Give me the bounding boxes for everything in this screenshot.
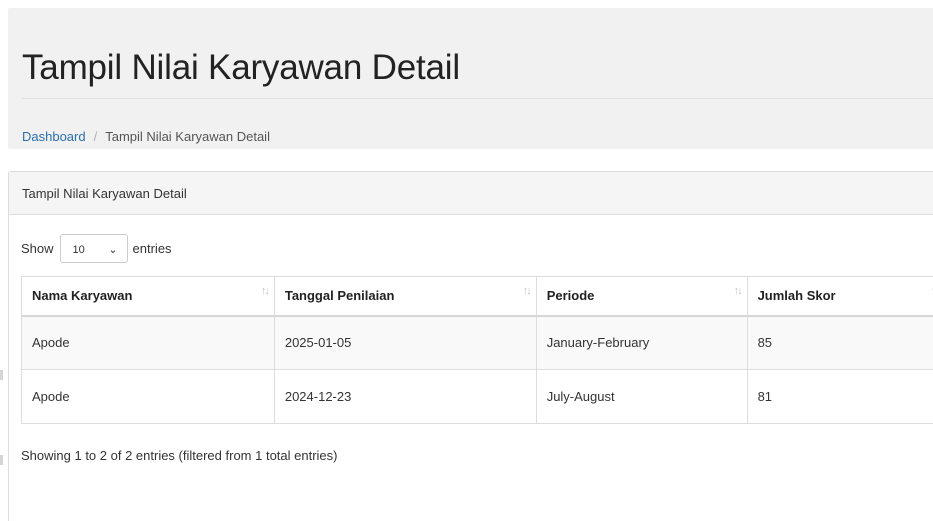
column-header-nama-karyawan[interactable]: Nama Karyawan ↑↓ xyxy=(21,276,275,317)
edge-mark xyxy=(0,370,3,380)
scores-table: Nama Karyawan ↑↓ Tanggal Penilaian ↑↓ Pe… xyxy=(21,276,933,424)
column-header-tanggal-penilaian[interactable]: Tanggal Penilaian ↑↓ xyxy=(273,276,537,317)
cell-skor: 81 xyxy=(746,369,933,424)
column-header-label: Tanggal Penilaian xyxy=(284,288,395,304)
column-header-jumlah-skor[interactable]: Jumlah Skor ↑ xyxy=(746,276,933,317)
breadcrumb-separator: / xyxy=(93,129,98,144)
entries-length-control: Show 10 ⌄ entries xyxy=(21,234,172,263)
cell-tanggal: 2025-01-05 xyxy=(273,315,537,370)
sort-arrows-icon: ↑↓ xyxy=(260,285,270,297)
sort-arrows-icon: ↑↓ xyxy=(733,285,743,297)
detail-panel: Tampil Nilai Karyawan Detail Show 10 ⌄ e… xyxy=(8,171,933,521)
breadcrumb-dashboard-link[interactable]: Dashboard xyxy=(22,129,86,144)
breadcrumb-current: Tampil Nilai Karyawan Detail xyxy=(105,129,270,144)
entries-label: entries xyxy=(132,241,172,256)
entries-select-value: 10 xyxy=(72,244,85,256)
cell-nama: Apode xyxy=(21,369,275,424)
chevron-down-icon: ⌄ xyxy=(108,244,118,256)
table-info: Showing 1 to 2 of 2 entries (filtered fr… xyxy=(21,448,338,463)
table-header-row: Nama Karyawan ↑↓ Tanggal Penilaian ↑↓ Pe… xyxy=(21,276,933,317)
table-row: Apode 2025-01-05 January-February 85 xyxy=(21,315,933,370)
edge-mark xyxy=(0,455,3,465)
page-header: Tampil Nilai Karyawan Detail Dashboard / T… xyxy=(8,8,933,149)
cell-nama: Apode xyxy=(21,315,275,370)
cell-tanggal: 2024-12-23 xyxy=(273,369,537,424)
header-divider xyxy=(22,98,933,99)
column-header-label: Nama Karyawan xyxy=(32,288,133,304)
column-header-label: Jumlah Skor xyxy=(757,288,836,304)
cell-skor: 85 xyxy=(746,315,933,370)
table-row: Apode 2024-12-23 July-August 81 xyxy=(21,369,933,424)
cell-periode: July-August xyxy=(535,369,748,424)
show-label: Show xyxy=(21,241,54,256)
column-header-periode[interactable]: Periode ↑↓ xyxy=(535,276,748,317)
entries-select[interactable]: 10 ⌄ xyxy=(59,234,128,263)
panel-heading: Tampil Nilai Karyawan Detail xyxy=(9,172,933,215)
page: Tampil Nilai Karyawan Detail Dashboard / T… xyxy=(0,0,933,521)
column-header-label: Periode xyxy=(546,288,595,304)
sort-arrows-icon: ↑↓ xyxy=(522,285,532,297)
cell-periode: January-February xyxy=(535,315,748,370)
page-title: Tampil Nilai Karyawan Detail xyxy=(22,48,460,87)
breadcrumb: Dashboard / Tampil Nilai Karyawan Detail xyxy=(22,129,270,144)
